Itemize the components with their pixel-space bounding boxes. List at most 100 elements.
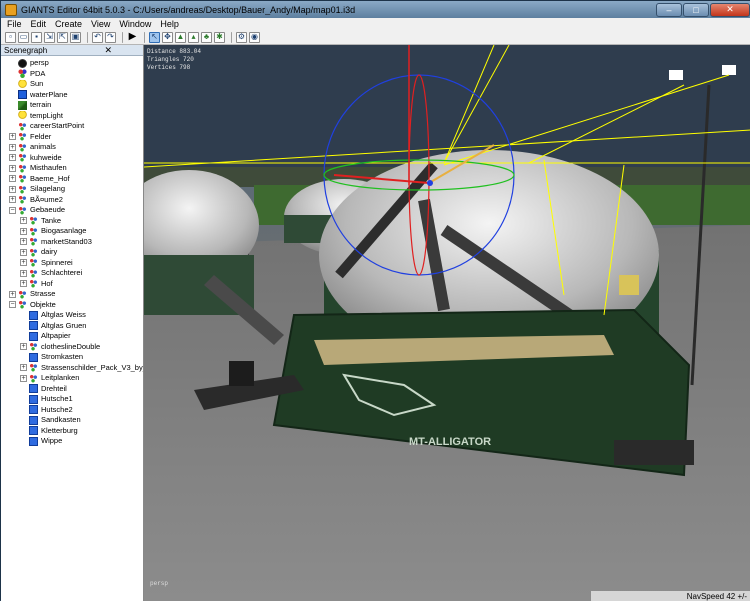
scenegraph-close-button[interactable]: ✕ [74, 45, 144, 55]
tree-node[interactable]: PDA [9, 69, 45, 80]
transform-group-icon [18, 163, 27, 173]
camera-settings-icon[interactable]: ◉ [249, 31, 260, 43]
tree-node[interactable]: + kuhweide [9, 153, 62, 164]
tree-expander-icon[interactable]: + [9, 175, 16, 183]
tree-expander-icon[interactable]: + [20, 280, 27, 288]
grass-paint-icon[interactable]: ✱ [214, 31, 225, 43]
tree-node[interactable]: + Schlachterei [20, 268, 82, 279]
redo-icon[interactable]: ↷ [105, 31, 116, 43]
tree-node[interactable]: Hutsche1 [20, 394, 73, 405]
tree-node[interactable]: Sandkasten [20, 415, 81, 426]
tree-expander-icon[interactable]: + [20, 374, 27, 382]
menu-window[interactable]: Window [119, 18, 151, 30]
tree-node[interactable]: Drehteil [20, 384, 67, 395]
tree-node[interactable]: + Felder [9, 132, 51, 143]
tree-node[interactable]: waterPlane [9, 90, 68, 101]
tree-node[interactable]: + Hof [20, 279, 53, 290]
tree-node[interactable]: Stromkasten [20, 352, 83, 363]
tree-node[interactable]: Altpapier [20, 331, 71, 342]
tree-expander-icon[interactable]: + [20, 259, 27, 267]
tree-expander-icon[interactable]: + [20, 238, 27, 246]
menu-create[interactable]: Create [55, 18, 82, 30]
tree-node[interactable]: + Strasse [9, 289, 55, 300]
tree-node[interactable]: + Misthaufen [9, 163, 67, 174]
play-icon[interactable]: ▶ [127, 32, 138, 43]
tree-expander-icon[interactable]: + [20, 248, 27, 256]
tree-expander-icon[interactable]: + [9, 164, 16, 172]
tree-node[interactable]: + Biogasanlage [20, 226, 86, 237]
tree-node[interactable]: Kletterburg [20, 426, 78, 437]
tree-node[interactable]: + BÃ¤ume2 [9, 195, 63, 206]
tree-expander-icon[interactable]: + [9, 133, 16, 141]
stat-distance: Distance 883.04 [147, 48, 202, 55]
menu-help[interactable]: Help [160, 18, 179, 30]
tree-node[interactable]: + Tanke [20, 216, 61, 227]
move-tool-icon[interactable]: ✥ [162, 31, 173, 43]
tree-node[interactable]: Altglas Weiss [20, 310, 86, 321]
tree-expander-icon[interactable]: + [20, 269, 27, 277]
tree-expander-icon[interactable]: − [9, 301, 16, 309]
tree-node[interactable]: + Silagelang [9, 184, 65, 195]
transform-group-icon [29, 268, 38, 278]
tree-expander-icon[interactable]: + [20, 364, 27, 372]
tree-node-label: Kletterburg [41, 425, 78, 435]
trailer-control-box [229, 361, 254, 386]
minimize-button[interactable]: – [656, 2, 682, 17]
tree-node[interactable]: + Spinnerei [20, 258, 73, 269]
tree-node[interactable]: + Strassenschilder_Pack_V3_by_N [20, 363, 143, 374]
tree-node[interactable]: + clotheslineDouble [20, 342, 100, 353]
new-file-icon[interactable]: ▫ [5, 31, 16, 43]
tree-expander-icon[interactable]: + [9, 185, 16, 193]
tree-node-label: Biogasanlage [41, 226, 87, 236]
tree-node[interactable]: + Leitplanken [20, 373, 79, 384]
tree-node[interactable]: terrain [9, 100, 51, 111]
tree-node[interactable]: − Gebaeude [9, 205, 65, 216]
tree-expander-icon[interactable]: + [9, 143, 16, 151]
tree-expander-icon[interactable]: + [20, 217, 27, 225]
tree-node[interactable]: − Objekte [9, 300, 56, 311]
save-icon[interactable]: ▪ [31, 31, 42, 43]
tree-node[interactable]: + marketStand03 [20, 237, 92, 248]
mesh-icon [29, 310, 38, 320]
gizmo-center[interactable] [427, 180, 433, 186]
tree-expander-icon[interactable]: + [9, 196, 16, 204]
tree-expander-icon[interactable]: − [9, 206, 16, 214]
maximize-button[interactable]: □ [683, 2, 709, 17]
tree-expander-icon[interactable]: + [20, 343, 27, 351]
tree-node[interactable]: Hutsche2 [20, 405, 73, 416]
tree-node[interactable]: tempLight [9, 111, 63, 122]
tree-node[interactable]: persp [9, 58, 49, 69]
scenegraph-tree[interactable]: persp PDA Sun waterPlane terrain tempLight car… [1, 56, 143, 601]
tree-node-label: Hof [41, 278, 53, 288]
menu-edit[interactable]: Edit [31, 18, 47, 30]
tree-node[interactable]: Altglas Gruen [20, 321, 86, 332]
save-as-icon[interactable]: ▣ [70, 31, 81, 43]
tree-node[interactable]: Wippe [20, 436, 62, 447]
foliage-paint-icon[interactable]: ♣ [201, 31, 212, 43]
giants-app-icon [5, 3, 17, 16]
scene-render[interactable]: MT-ALLIGATOR [144, 45, 750, 601]
menu-view[interactable]: View [91, 18, 110, 30]
export-icon[interactable]: ⇱ [57, 31, 68, 43]
tree-node[interactable]: careerStartPoint [9, 121, 84, 132]
select-tool-icon[interactable]: ↖ [149, 31, 160, 43]
3d-viewport[interactable]: MT-ALLIGATOR Distance 883.04 Triangles 7… [144, 45, 750, 601]
terrain-paint-icon[interactable]: ▴ [188, 31, 199, 43]
undo-icon[interactable]: ↶ [92, 31, 103, 43]
menu-file[interactable]: File [7, 18, 22, 30]
tree-node[interactable]: + Baeme_Hof [9, 174, 70, 185]
terrain-sculpt-icon[interactable]: ▲ [175, 31, 186, 43]
open-file-icon[interactable]: ▭ [18, 31, 29, 43]
editor-window: GIANTS Editor 64bit 5.0.3 - C:/Users/and… [0, 0, 750, 601]
tree-node[interactable]: + dairy [20, 247, 57, 258]
tree-node[interactable]: Sun [9, 79, 43, 90]
import-icon[interactable]: ⇲ [44, 31, 55, 43]
tree-node[interactable]: + animals [9, 142, 56, 153]
tree-expander-icon[interactable]: + [9, 290, 16, 298]
close-button[interactable]: ✕ [710, 2, 750, 17]
tree-expander-icon[interactable]: + [20, 227, 27, 235]
title-bar[interactable]: GIANTS Editor 64bit 5.0.3 - C:/Users/and… [1, 1, 750, 18]
tree-node-label: Schlachterei [41, 268, 83, 278]
tree-expander-icon[interactable]: + [9, 154, 16, 162]
settings-icon[interactable]: ⚙ [236, 31, 247, 43]
